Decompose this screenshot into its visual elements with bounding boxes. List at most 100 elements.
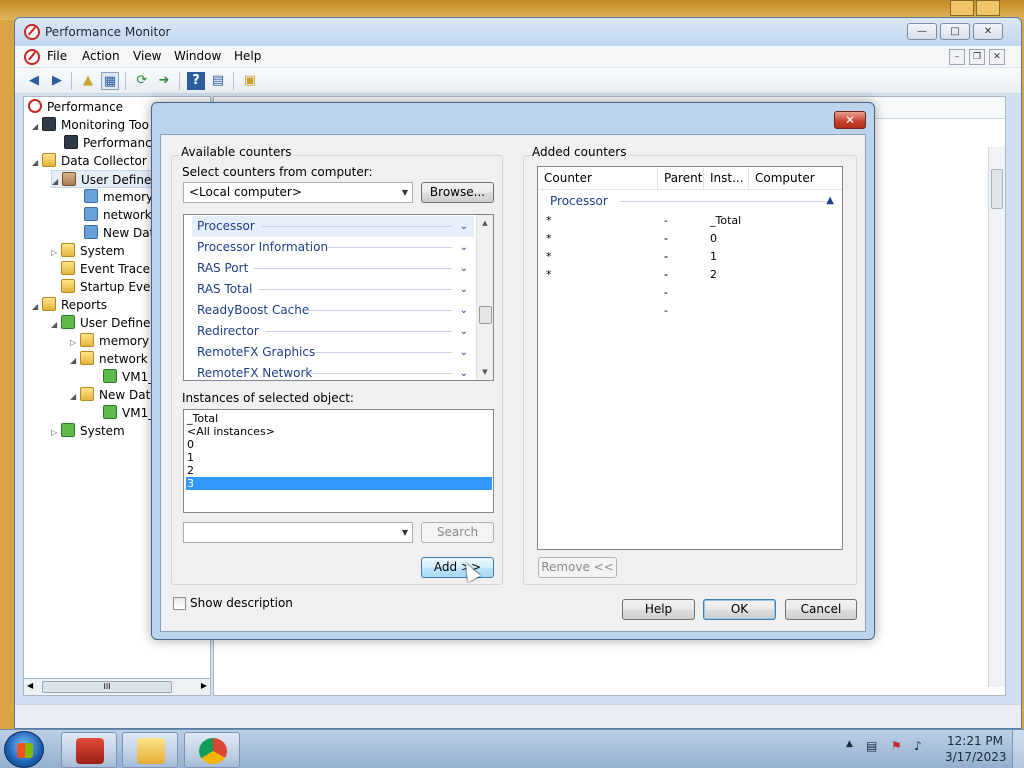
tree-item-reports[interactable]: ◢ Reports bbox=[32, 296, 107, 314]
collapse-arrow-icon[interactable]: ◢ bbox=[51, 316, 61, 334]
scroll-left-icon[interactable]: ◀ bbox=[27, 681, 33, 690]
action-center-icon[interactable]: ⚑ bbox=[891, 739, 902, 753]
browse-button[interactable]: Browse... bbox=[421, 182, 494, 203]
menu-help[interactable]: Help bbox=[234, 49, 261, 63]
instance-item-1[interactable]: 1 bbox=[186, 451, 492, 464]
computer-select[interactable]: <Local computer> ▼ bbox=[183, 182, 413, 203]
menu-file[interactable]: File bbox=[47, 49, 67, 63]
tree-horizontal-scrollbar[interactable]: ◀ III ▶ bbox=[23, 678, 211, 696]
table-row[interactable]: * --- 0 bbox=[546, 230, 717, 281]
tree-item-memory[interactable]: memory bbox=[84, 188, 153, 206]
back-arrow-icon[interactable]: ◀ bbox=[25, 72, 43, 90]
group-row-processor[interactable]: Processor ▲ bbox=[550, 192, 840, 210]
column-header-computer[interactable]: Computer bbox=[749, 167, 842, 189]
instance-item-all[interactable]: <All instances> bbox=[186, 425, 492, 438]
expand-chevron-icon[interactable]: ⌄ bbox=[460, 342, 468, 363]
menu-window[interactable]: Window bbox=[174, 49, 221, 63]
cancel-button[interactable]: Cancel bbox=[785, 599, 857, 620]
scroll-down-icon[interactable]: ▼ bbox=[477, 364, 493, 380]
dialog-close-button[interactable]: ✕ bbox=[834, 111, 866, 129]
tree-item-reports-network[interactable]: ◢ network bbox=[70, 350, 148, 368]
collapse-chevron-icon[interactable]: ▲ bbox=[826, 192, 834, 210]
tree-item-user-defined[interactable]: ◢ User Defined bbox=[51, 170, 164, 188]
expand-chevron-icon[interactable]: ⌄ bbox=[460, 363, 468, 380]
maximize-button[interactable]: □ bbox=[940, 23, 970, 40]
taskbar-explorer[interactable] bbox=[122, 732, 178, 768]
objects-vertical-scrollbar[interactable]: ▲ ▼ bbox=[476, 215, 493, 380]
help-button[interactable]: Help bbox=[622, 599, 695, 620]
scroll-thumb[interactable] bbox=[991, 169, 1003, 209]
expand-chevron-icon[interactable]: ⌄ bbox=[460, 300, 468, 321]
expand-chevron-icon[interactable]: ⌄ bbox=[460, 279, 468, 300]
table-row[interactable]: * --- 2 bbox=[546, 266, 717, 317]
show-description-checkbox[interactable] bbox=[173, 597, 186, 610]
child-restore-button[interactable]: ❐ bbox=[969, 49, 985, 65]
tree-item-event-trace-sessions[interactable]: Event Trace S bbox=[61, 260, 161, 278]
show-hidden-icons-icon[interactable]: ▲ bbox=[846, 739, 853, 749]
object-item-remotefx-network[interactable]: RemoteFX Network ⌄ bbox=[192, 363, 474, 380]
tree-item-performance-monitor[interactable]: Performance bbox=[64, 134, 159, 152]
volume-icon[interactable]: ♪ bbox=[914, 739, 922, 753]
instance-item-2[interactable]: 2 bbox=[186, 464, 492, 477]
tree-item-report-vm1[interactable]: VM1_ bbox=[103, 368, 154, 386]
expand-arrow-icon[interactable]: ▷ bbox=[51, 244, 61, 262]
help-icon[interactable]: ? bbox=[187, 72, 205, 90]
menu-action[interactable]: Action bbox=[82, 49, 120, 63]
tree-item-reports-system[interactable]: ▷ System bbox=[51, 422, 125, 440]
network-icon[interactable]: ▤ bbox=[866, 739, 877, 753]
tree-item-data-collector-sets[interactable]: ◢ Data Collector S bbox=[32, 152, 158, 170]
taskbar-chrome[interactable] bbox=[184, 732, 240, 768]
scroll-thumb[interactable] bbox=[479, 306, 492, 324]
child-close-button[interactable]: ✕ bbox=[989, 49, 1005, 65]
instances-list[interactable]: _Total <All instances> 0 1 2 3 bbox=[183, 409, 494, 513]
scroll-right-icon[interactable]: ▶ bbox=[201, 681, 207, 690]
tree-item-reports-memory[interactable]: ▷ memory bbox=[70, 332, 149, 350]
ok-button[interactable]: OK bbox=[703, 599, 776, 620]
refresh-icon[interactable]: ⟳ bbox=[133, 72, 151, 90]
object-item-remotefx-graphics[interactable]: RemoteFX Graphics ⌄ bbox=[192, 342, 474, 363]
collapse-arrow-icon[interactable]: ◢ bbox=[32, 298, 42, 316]
collapse-arrow-icon[interactable]: ◢ bbox=[70, 352, 80, 370]
column-header-parent[interactable]: Parent bbox=[658, 167, 704, 189]
tree-item-report-vm1-2[interactable]: VM1_ bbox=[103, 404, 154, 422]
menu-view[interactable]: View bbox=[133, 49, 161, 63]
export-icon[interactable]: ➜ bbox=[155, 72, 173, 90]
collapse-arrow-icon[interactable]: ◢ bbox=[70, 388, 80, 406]
forward-arrow-icon[interactable]: ▶ bbox=[48, 72, 66, 90]
search-combo[interactable]: ▼ bbox=[183, 522, 413, 543]
expand-chevron-icon[interactable]: ⌄ bbox=[460, 258, 468, 279]
table-row[interactable]: * --- _Total bbox=[546, 212, 741, 263]
taskbar-server-manager[interactable] bbox=[61, 732, 117, 768]
tree-item-startup-event-trace[interactable]: Startup Even bbox=[61, 278, 158, 296]
performance-objects-list[interactable]: Processor ⌄ Processor Information ⌄ RAS … bbox=[183, 214, 494, 381]
collapse-arrow-icon[interactable]: ◢ bbox=[32, 154, 42, 172]
expand-arrow-icon[interactable]: ▷ bbox=[51, 424, 61, 442]
tree-item-reports-user-defined[interactable]: ◢ User Defined bbox=[51, 314, 158, 332]
instance-item-total[interactable]: _Total bbox=[186, 412, 492, 425]
add-button[interactable]: Add >> bbox=[421, 557, 494, 578]
collapse-arrow-icon[interactable]: ◢ bbox=[52, 173, 62, 191]
object-item-ras-total[interactable]: RAS Total ⌄ bbox=[192, 279, 474, 300]
start-button[interactable] bbox=[4, 731, 44, 768]
tree-item-new-data[interactable]: New Data bbox=[84, 224, 162, 242]
column-header-counter[interactable]: Counter bbox=[538, 167, 658, 189]
tree-item-reports-new-data[interactable]: ◢ New Data bbox=[70, 386, 158, 404]
minimize-button[interactable]: — bbox=[907, 23, 937, 40]
object-item-redirector[interactable]: Redirector ⌄ bbox=[192, 321, 474, 342]
remove-button[interactable]: Remove << bbox=[538, 557, 617, 578]
tree-item-performance[interactable]: Performance bbox=[28, 98, 123, 116]
search-button[interactable]: Search bbox=[421, 522, 494, 543]
close-button[interactable]: ✕ bbox=[973, 23, 1003, 40]
table-row[interactable]: * --- 1 bbox=[546, 248, 717, 299]
content-vertical-scrollbar[interactable] bbox=[988, 147, 1005, 687]
tree-item-system[interactable]: ▷ System bbox=[51, 242, 125, 260]
object-item-readyboost-cache[interactable]: ReadyBoost Cache ⌄ bbox=[192, 300, 474, 321]
scroll-thumb[interactable]: III bbox=[42, 681, 172, 693]
properties-icon[interactable]: ▤ bbox=[209, 72, 227, 90]
new-window-icon[interactable]: ▣ bbox=[241, 72, 259, 90]
expand-chevron-icon[interactable]: ⌄ bbox=[460, 237, 468, 258]
up-folder-icon[interactable]: ▲ bbox=[79, 72, 97, 90]
system-clock[interactable]: 12:21 PM 3/17/2023 bbox=[945, 733, 1007, 765]
added-counters-table[interactable]: Counter Parent Inst... Computer Processo… bbox=[537, 166, 843, 550]
expand-chevron-icon[interactable]: ⌄ bbox=[460, 216, 468, 237]
